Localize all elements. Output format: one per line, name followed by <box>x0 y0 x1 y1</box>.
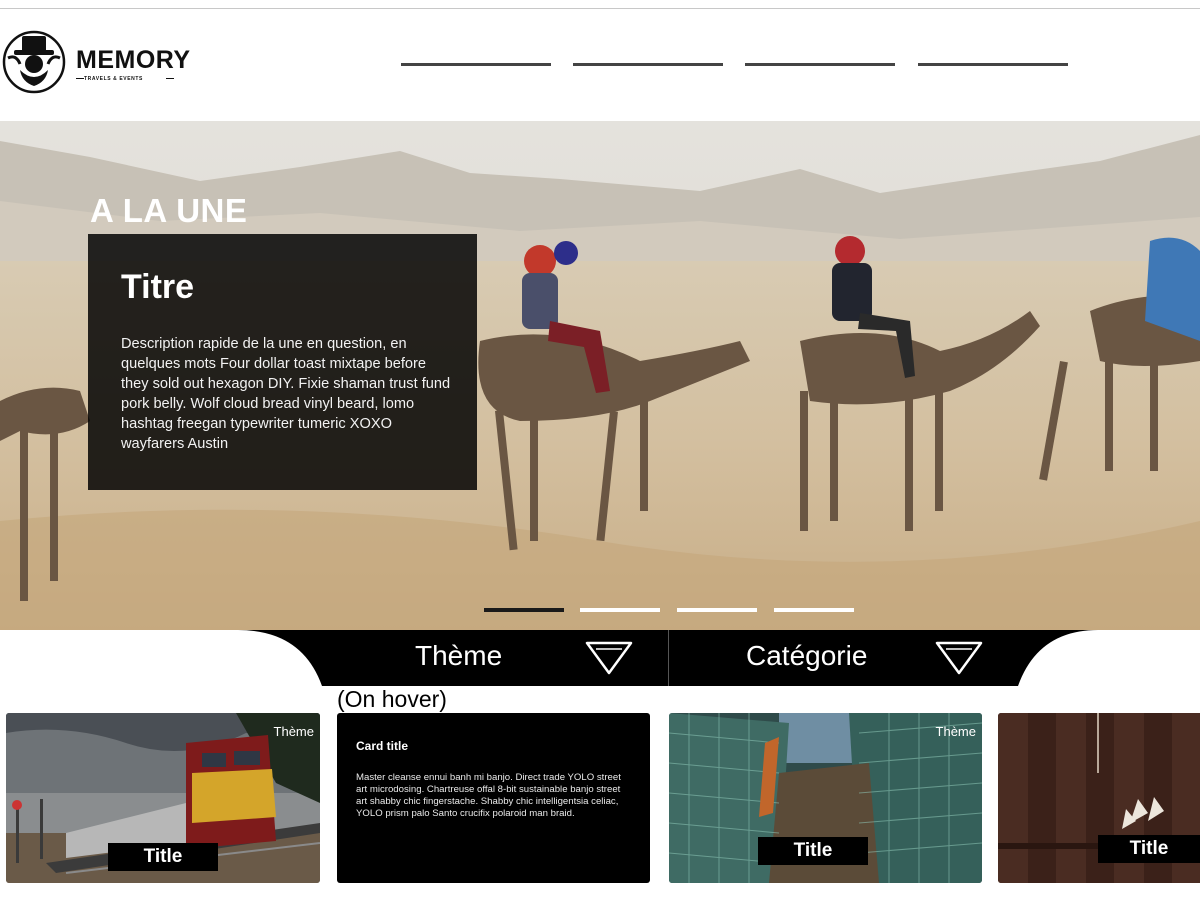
funnel-icon[interactable] <box>584 640 634 676</box>
brand-logo[interactable]: MEMORY TRAVELS & EVENTS <box>2 30 190 96</box>
featured-title: Titre <box>121 268 195 306</box>
funnel-icon[interactable] <box>934 640 984 676</box>
filter-theme-label[interactable]: Thème <box>415 642 502 670</box>
brand-tagline: TRAVELS & EVENTS <box>84 76 143 82</box>
hover-annotation: (On hover) <box>337 686 447 712</box>
carousel-indicator-4[interactable] <box>774 608 854 612</box>
carousel-indicator-3[interactable] <box>677 608 757 612</box>
article-card-4[interactable]: Title <box>998 713 1200 883</box>
article-card-3[interactable]: Thème Title <box>669 713 982 883</box>
carousel-indicator-1[interactable] <box>484 608 564 612</box>
carousel-indicator-2[interactable] <box>580 608 660 612</box>
hover-card-title: Card title <box>356 739 409 753</box>
card-theme-tag: Thème <box>273 724 314 739</box>
card-title: Title <box>758 837 868 865</box>
card-title: Title <box>108 843 218 871</box>
filter-bar: Thème Catégorie <box>238 630 1098 686</box>
featured-description: Description rapide de la une en question… <box>121 336 451 452</box>
nav-link-2[interactable] <box>573 63 723 66</box>
nav-link-1[interactable] <box>401 63 551 66</box>
brand-name: MEMORY <box>76 46 191 74</box>
article-card-1[interactable]: Thème Title <box>6 713 320 883</box>
nav-link-3[interactable] <box>745 63 895 66</box>
filter-category-label[interactable]: Catégorie <box>746 642 867 670</box>
hover-card-text: Master cleanse ennui banh mi banjo. Dire… <box>356 772 621 819</box>
featured-article-card[interactable]: Titre Description rapide de la une en qu… <box>88 234 477 490</box>
tagline-rule-left <box>76 78 84 79</box>
tagline-rule-right <box>166 78 174 79</box>
card-title: Title <box>1098 835 1200 863</box>
hero-heading: A LA UNE <box>90 192 248 229</box>
top-divider <box>0 8 1200 9</box>
filter-divider <box>668 630 669 686</box>
hero-carousel: A LA UNE Titre Description rapide de la … <box>0 121 1200 630</box>
nav-link-4[interactable] <box>918 63 1068 66</box>
article-card-2-hover[interactable]: Card title Master cleanse ennui banh mi … <box>337 713 650 883</box>
card-theme-tag: Thème <box>935 724 976 739</box>
logo-emblem-icon <box>2 30 66 94</box>
